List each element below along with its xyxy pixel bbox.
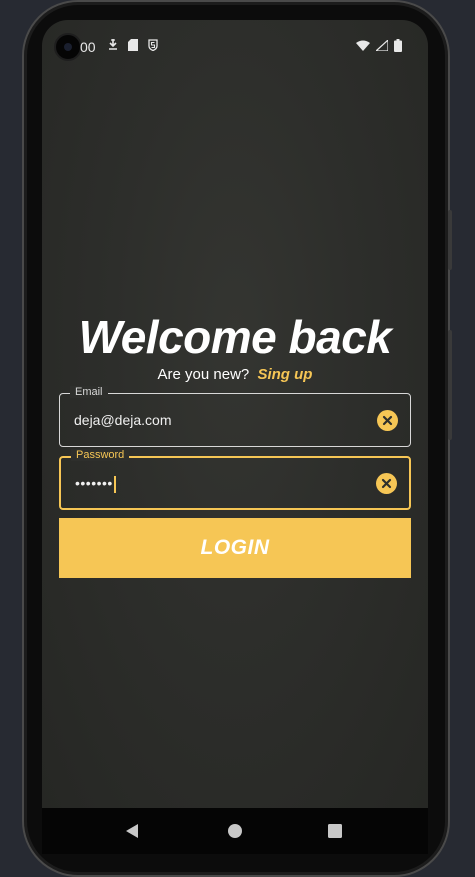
nav-back-button[interactable] <box>124 822 142 840</box>
email-input[interactable]: deja@deja.com <box>74 412 364 428</box>
email-label: Email <box>70 386 108 398</box>
navigation-bar <box>42 808 428 854</box>
power-button <box>448 330 452 440</box>
front-camera <box>54 33 82 61</box>
status-notification-icons <box>108 39 158 51</box>
text-cursor <box>113 475 116 493</box>
app-screen: 00 Welcome back Are you new? Sing up Ema… <box>42 20 428 810</box>
wifi-icon <box>356 40 370 51</box>
password-input[interactable]: ••••••• <box>75 475 365 493</box>
battery-icon <box>394 39 402 52</box>
page-title: Welcome back <box>78 311 392 363</box>
clear-icon <box>382 415 393 426</box>
status-time: 00 <box>80 39 96 55</box>
signup-prompt: Are you new? Sing up <box>42 366 428 383</box>
volume-button <box>448 210 452 270</box>
recents-icon <box>328 824 342 838</box>
password-masked-value: ••••••• <box>75 475 113 491</box>
shield-s-icon <box>148 39 158 51</box>
signup-prompt-text: Are you new? <box>157 366 250 383</box>
password-label: Password <box>71 449 130 461</box>
back-icon <box>126 824 138 838</box>
sd-card-icon <box>128 39 138 51</box>
status-bar: 00 <box>42 20 428 76</box>
email-field[interactable]: Email deja@deja.com <box>59 386 411 447</box>
clear-email-button[interactable] <box>377 410 398 431</box>
clear-icon <box>381 478 392 489</box>
nav-home-button[interactable] <box>226 822 244 840</box>
nav-recents-button[interactable] <box>326 822 344 840</box>
login-button[interactable]: LOGIN <box>59 518 411 578</box>
download-arrow-icon <box>109 39 117 50</box>
status-system-icons <box>356 39 402 52</box>
password-field[interactable]: Password ••••••• <box>59 449 411 510</box>
signal-icon <box>376 40 388 51</box>
clear-password-button[interactable] <box>376 473 397 494</box>
signup-link[interactable]: Sing up <box>257 366 312 383</box>
home-icon <box>228 824 242 838</box>
